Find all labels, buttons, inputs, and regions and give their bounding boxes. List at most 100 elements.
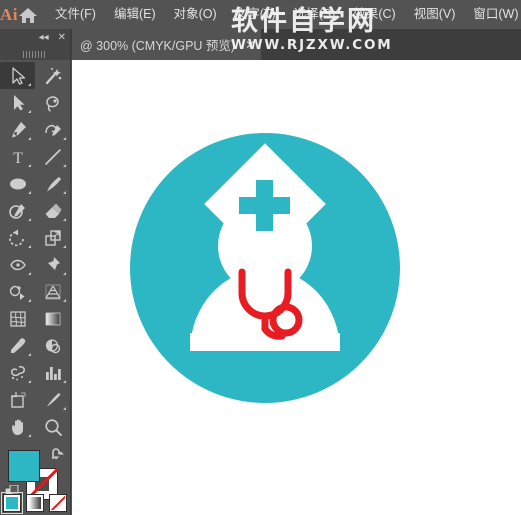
menu-edit[interactable]: 编辑(E)	[105, 0, 165, 29]
home-icon[interactable]	[18, 0, 38, 29]
tool-flyout-indicator	[28, 137, 31, 140]
pushpin-icon	[43, 255, 63, 275]
tool-flyout-indicator	[28, 83, 31, 86]
free-transform-tool[interactable]	[35, 251, 70, 278]
scale-tool[interactable]	[35, 224, 70, 251]
bar-chart-icon	[43, 363, 63, 383]
menu-select[interactable]: 选择(S)	[285, 0, 345, 29]
direct-selection-tool[interactable]	[0, 89, 35, 116]
tool-grid: T	[0, 60, 70, 440]
tool-flyout-indicator	[28, 272, 31, 275]
tool-flyout-indicator	[63, 299, 66, 302]
scale-box-icon	[43, 228, 63, 248]
selection-tool[interactable]	[0, 62, 35, 89]
menu-type[interactable]: 文字(T)	[226, 0, 285, 29]
fill-swatch[interactable]	[8, 450, 40, 482]
width-tool[interactable]	[0, 251, 35, 278]
mesh-tool[interactable]	[0, 305, 35, 332]
ellipse-tool[interactable]	[0, 170, 35, 197]
blend-tool[interactable]	[35, 332, 70, 359]
eraser-tool[interactable]	[35, 197, 70, 224]
rotate-arrow-icon	[8, 228, 28, 248]
paintbrush-tool[interactable]	[35, 170, 70, 197]
shape-builder-tool[interactable]	[0, 278, 35, 305]
shaper-tool[interactable]	[0, 197, 35, 224]
gradient-swatch-icon	[43, 309, 63, 329]
menu-object[interactable]: 对象(O)	[165, 0, 226, 29]
slice-tool[interactable]	[35, 386, 70, 413]
fill-mode-color[interactable]	[1, 492, 23, 514]
tool-flyout-indicator	[28, 434, 31, 437]
magnifier-icon	[43, 417, 63, 437]
fill-mode-gradient[interactable]	[26, 494, 44, 512]
tool-flyout-indicator	[28, 299, 31, 302]
tool-flyout-indicator	[28, 164, 31, 167]
width-ribbon-icon	[8, 255, 28, 275]
hand-tool[interactable]	[0, 413, 35, 440]
column-graph-tool[interactable]	[35, 359, 70, 386]
eraser-icon	[43, 201, 63, 221]
line-segment-tool[interactable]	[35, 143, 70, 170]
none-color-icon	[51, 496, 65, 510]
panel-drag-handle[interactable]	[0, 48, 70, 60]
eyedropper-tool[interactable]	[0, 332, 35, 359]
magic-wand-tool[interactable]	[35, 62, 70, 89]
pen-nib-icon	[8, 120, 28, 140]
shaper-pencil-icon	[8, 201, 28, 221]
menu-view[interactable]: 视图(V)	[405, 0, 465, 29]
fill-mode-row	[0, 492, 70, 514]
rotate-tool[interactable]	[0, 224, 35, 251]
tool-flyout-indicator	[28, 245, 31, 248]
curvature-pen-icon	[43, 120, 63, 140]
gradient-icon	[29, 497, 41, 509]
menu-file[interactable]: 文件(F)	[46, 0, 105, 29]
tool-flyout-indicator	[63, 191, 66, 194]
document-tab[interactable]: @ 300% (CMYK/GPU 预览) ✕	[72, 29, 262, 60]
close-icon[interactable]: ✕	[245, 39, 255, 51]
collapse-panel-icon[interactable]: ◂◂	[39, 33, 49, 43]
tool-flyout-indicator	[63, 272, 66, 275]
tools-panel: ◂◂ ✕ T	[0, 29, 71, 515]
line-diagonal-icon	[43, 147, 63, 167]
app-logo: Ai	[0, 4, 18, 24]
knife-icon	[43, 390, 63, 410]
close-panel-icon[interactable]: ✕	[58, 33, 66, 43]
tool-flyout-indicator	[63, 164, 66, 167]
illustrator-window: Ai 文件(F) 编辑(E) 对象(O) 文字(T) 选择(S) 效果(C) 视图(V) 窗口…	[0, 0, 521, 515]
tools-panel-header: ◂◂ ✕	[0, 29, 70, 60]
symbol-sprayer-tool[interactable]	[0, 359, 35, 386]
eyedropper-icon	[8, 336, 28, 356]
artboard-canvas[interactable]	[72, 60, 521, 515]
tool-flyout-indicator	[63, 380, 66, 383]
figure-body-base	[190, 333, 340, 351]
ellipse-icon	[8, 174, 28, 194]
artboard-tool[interactable]	[0, 386, 35, 413]
menu-window[interactable]: 窗口(W)	[464, 0, 521, 29]
menu-item-list: 文件(F) 编辑(E) 对象(O) 文字(T) 选择(S) 效果(C) 视图(V) 窗口(W)	[46, 0, 521, 29]
tool-flyout-indicator	[28, 218, 31, 221]
zoom-tool[interactable]	[35, 413, 70, 440]
tool-flyout-indicator	[63, 137, 66, 140]
fill-mode-none[interactable]	[49, 494, 67, 512]
tool-flyout-indicator	[28, 191, 31, 194]
lasso-tool[interactable]	[35, 89, 70, 116]
gradient-tool[interactable]	[35, 305, 70, 332]
tool-flyout-indicator	[63, 407, 66, 410]
pen-tool[interactable]	[0, 116, 35, 143]
menu-effect[interactable]: 效果(C)	[344, 0, 404, 29]
curvature-tool[interactable]	[35, 116, 70, 143]
perspective-grid-tool[interactable]	[35, 278, 70, 305]
swap-fill-stroke-icon[interactable]	[51, 448, 64, 466]
solid-color-icon	[6, 497, 18, 509]
svg-text:T: T	[13, 150, 23, 167]
direct-arrow-icon	[8, 93, 28, 113]
document-tab-label: @ 300% (CMYK/GPU 预览)	[80, 39, 236, 53]
tool-flyout-indicator	[28, 380, 31, 383]
shape-builder-icon	[8, 282, 28, 302]
grip-dots-icon	[23, 50, 47, 58]
artboard-icon	[8, 390, 28, 410]
nurse-avatar-icon[interactable]	[130, 133, 400, 403]
symbol-sprayer-icon	[8, 363, 28, 383]
type-tool[interactable]: T	[0, 143, 35, 170]
tool-flyout-indicator	[63, 245, 66, 248]
